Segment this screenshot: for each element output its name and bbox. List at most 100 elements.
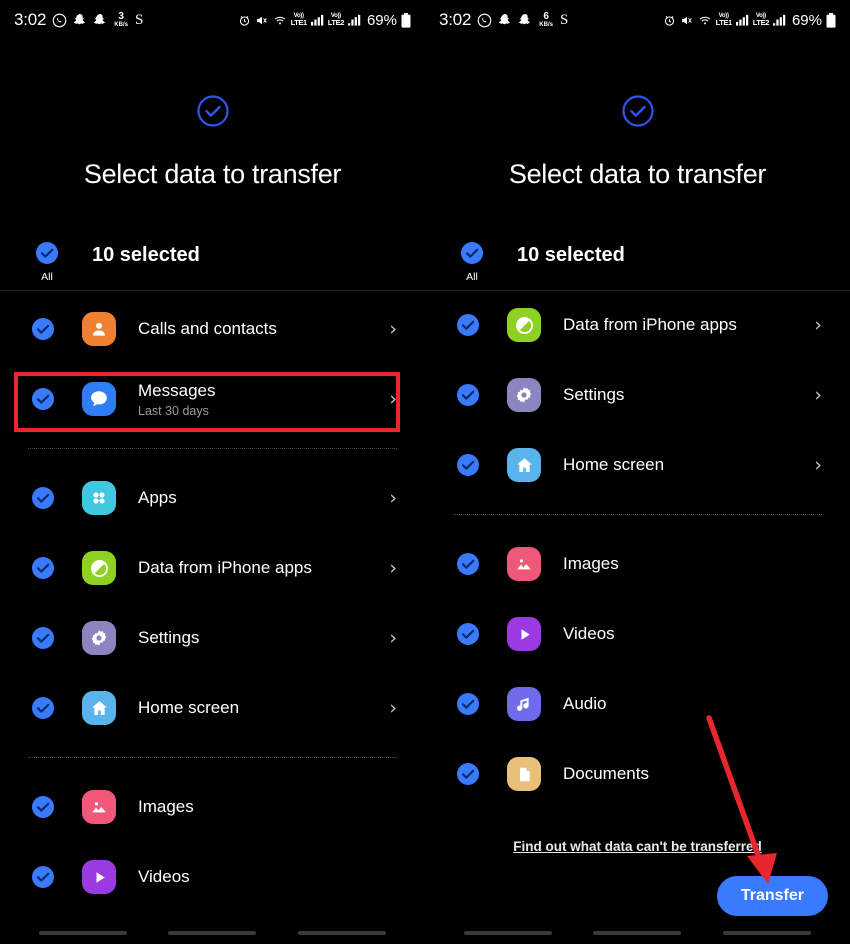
battery-icon xyxy=(401,12,411,28)
home-icon xyxy=(507,448,541,482)
list-item[interactable]: Home screen › xyxy=(0,673,425,743)
list-item[interactable]: Settings › xyxy=(0,603,425,673)
home-button[interactable] xyxy=(593,931,682,935)
volte1-signal-icon: Vo)) LTE1 xyxy=(290,13,308,28)
back-button[interactable] xyxy=(723,931,812,935)
home-button[interactable] xyxy=(168,931,257,935)
checkbox-checked-icon[interactable] xyxy=(32,697,54,719)
list-item[interactable]: Videos xyxy=(0,842,425,912)
list-item[interactable]: Apps › xyxy=(0,463,425,533)
status-clock: 3:02 xyxy=(439,10,472,29)
list-item[interactable]: Images xyxy=(0,772,425,842)
list-item-text: Videos xyxy=(563,623,615,644)
list-item-text: Documents xyxy=(563,763,649,784)
list-item-label: Documents xyxy=(563,764,649,784)
recents-button[interactable] xyxy=(38,931,127,935)
list-item-text: Images xyxy=(138,796,194,817)
checkbox-checked-icon[interactable] xyxy=(457,763,479,785)
list-item-sublabel: Last 30 days xyxy=(138,403,209,418)
list-item-label: Audio xyxy=(563,694,607,714)
list-item-icon-wrap xyxy=(507,547,541,581)
checkbox-checked-icon[interactable] xyxy=(32,557,54,579)
list-item-icon-wrap xyxy=(82,481,116,515)
list-item[interactable]: Messages Last 30 days › xyxy=(0,364,425,434)
checkbox-checked-icon[interactable] xyxy=(457,623,479,645)
chevron-right-icon[interactable]: › xyxy=(389,319,397,339)
transfer-button[interactable]: Transfer xyxy=(716,876,828,916)
chevron-right-icon[interactable]: › xyxy=(389,698,397,718)
selected-count: 10 selected xyxy=(517,244,625,266)
list-item[interactable]: Data from iPhone apps › xyxy=(425,290,850,360)
list-item-icon-wrap xyxy=(507,378,541,412)
chevron-right-icon[interactable]: › xyxy=(814,315,822,335)
net-speed-unit: KB/s xyxy=(114,22,128,28)
list-item[interactable]: Data from iPhone apps › xyxy=(0,533,425,603)
recents-button[interactable] xyxy=(463,931,552,935)
chevron-right-icon[interactable]: › xyxy=(389,558,397,578)
checkbox-checked-icon[interactable] xyxy=(32,796,54,818)
checkbox-checked-icon[interactable] xyxy=(32,318,54,340)
snapchat-icon xyxy=(93,13,107,28)
home-icon xyxy=(82,691,116,725)
section-divider xyxy=(453,514,822,515)
mute-icon xyxy=(680,14,694,27)
checkbox-checked-icon[interactable] xyxy=(32,866,54,888)
checkbox-checked-icon[interactable] xyxy=(32,388,54,410)
checkbox-checked-icon[interactable] xyxy=(457,384,479,406)
list-item-icon-wrap xyxy=(82,551,116,585)
checkbox-checked-icon[interactable] xyxy=(457,454,479,476)
message-bubble-icon xyxy=(82,382,116,416)
signal-bars-2-icon xyxy=(347,14,361,26)
list-item-text: Settings xyxy=(563,384,624,405)
volte1-bottom-label: LTE1 xyxy=(290,18,308,28)
chevron-right-icon[interactable]: › xyxy=(814,455,822,475)
find-out-link[interactable]: Find out what data can't be transferred xyxy=(425,839,850,854)
select-all-label: All xyxy=(41,271,53,283)
back-button[interactable] xyxy=(298,931,387,935)
list-item[interactable]: Images xyxy=(425,529,850,599)
list-item-icon-wrap xyxy=(507,617,541,651)
list-item-icon-wrap xyxy=(82,790,116,824)
gear-icon xyxy=(507,378,541,412)
list-item-icon-wrap xyxy=(82,860,116,894)
checkbox-checked-icon[interactable] xyxy=(36,242,58,269)
chevron-right-icon[interactable]: › xyxy=(814,385,822,405)
page-header: Select data to transfer xyxy=(0,40,425,190)
select-all-checkbox-group[interactable]: All xyxy=(30,242,64,283)
apps-grid-icon xyxy=(82,481,116,515)
volte1-bottom-label: LTE1 xyxy=(715,18,733,28)
whatsapp-icon xyxy=(477,13,492,28)
battery-percent: 69% xyxy=(791,11,822,29)
list-item-text: Calls and contacts xyxy=(138,318,277,339)
volte2-signal-icon: Vo)) LTE2 xyxy=(328,13,345,27)
list-item-text: Audio xyxy=(563,693,606,714)
list-item[interactable]: Videos xyxy=(425,599,850,669)
list-item[interactable]: Home screen › xyxy=(425,430,850,500)
checkbox-checked-icon[interactable] xyxy=(457,314,479,336)
transfer-item-list: Calls and contacts › Messages Last 30 days ›… xyxy=(0,294,425,912)
section-divider xyxy=(28,448,397,449)
checkbox-checked-icon[interactable] xyxy=(32,627,54,649)
volte2-signal-icon: Vo)) LTE2 xyxy=(753,13,770,27)
select-all-row[interactable]: All 10 selected xyxy=(0,242,425,294)
list-item[interactable]: Audio xyxy=(425,669,850,739)
checkbox-checked-icon[interactable] xyxy=(457,553,479,575)
transfer-button-container: Transfer xyxy=(716,876,828,916)
list-item[interactable]: Documents xyxy=(425,739,850,809)
checkbox-checked-icon[interactable] xyxy=(32,487,54,509)
page-header: Select data to transfer xyxy=(425,40,850,190)
status-bar-right: Vo)) LTE1 Vo)) LTE2 69% xyxy=(238,12,411,29)
select-all-row[interactable]: All 10 selected xyxy=(425,242,850,294)
checkbox-checked-icon[interactable] xyxy=(457,693,479,715)
list-item-label: Messages xyxy=(138,381,216,401)
section-divider xyxy=(28,757,397,758)
snapchat-icon xyxy=(498,13,512,28)
chevron-right-icon[interactable]: › xyxy=(389,488,397,508)
list-item[interactable]: Settings › xyxy=(425,360,850,430)
list-item[interactable]: Calls and contacts › xyxy=(0,294,425,364)
list-item-label: Videos xyxy=(563,624,615,644)
chevron-right-icon[interactable]: › xyxy=(389,628,397,648)
chevron-right-icon[interactable]: › xyxy=(389,389,397,409)
checkbox-checked-icon[interactable] xyxy=(461,242,483,269)
select-all-checkbox-group[interactable]: All xyxy=(455,242,489,283)
